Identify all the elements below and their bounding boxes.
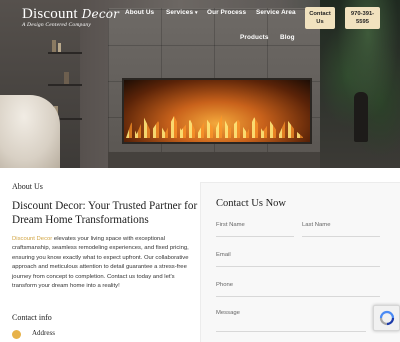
nav-our-process[interactable]: Our Process — [207, 9, 246, 16]
vase — [354, 92, 368, 142]
logo-wordmark: Discount Decor — [22, 6, 119, 23]
logo-name-script: Decor — [81, 7, 120, 21]
contact-us-button[interactable]: Contact Us — [305, 7, 335, 29]
about-heading: Discount Decor: Your Trusted Partner for… — [12, 200, 198, 226]
hearth — [108, 152, 320, 168]
address-label: Address — [32, 329, 55, 337]
shelf — [48, 52, 82, 54]
nav-services[interactable]: Services ▾ — [166, 9, 198, 16]
about-body: Discount Decor elevates your living spac… — [12, 235, 194, 291]
book — [58, 43, 61, 52]
shelf — [48, 84, 82, 86]
nav-about-us[interactable]: About Us — [125, 9, 154, 16]
armchair — [0, 95, 60, 168]
nav-service-area[interactable]: Service Area — [256, 9, 296, 16]
nav-products[interactable]: Products — [240, 34, 269, 41]
email-field[interactable]: Email — [216, 252, 380, 267]
brand-link[interactable]: Discount Decor — [12, 236, 52, 242]
first-name-field[interactable]: First Name — [216, 222, 294, 237]
logo-name: Discount — [22, 6, 78, 22]
chevron-down-icon: ▾ — [195, 10, 198, 16]
phone-field[interactable]: Phone — [216, 282, 380, 297]
book — [64, 72, 69, 84]
contact-form-title: Contact Us Now — [216, 198, 286, 209]
site-logo[interactable]: Discount Decor A Design Centered Company — [22, 6, 119, 28]
last-name-field[interactable]: Last Name — [302, 222, 380, 237]
about-section-label: About Us — [12, 182, 43, 191]
recaptcha-icon — [379, 310, 394, 326]
recaptcha-badge[interactable] — [373, 305, 400, 331]
nav-services-label: Services — [166, 9, 194, 16]
book — [52, 40, 56, 52]
phone-button[interactable]: 970-391-5595 — [345, 7, 380, 29]
nav-blog[interactable]: Blog — [280, 34, 295, 41]
message-field[interactable]: Message — [216, 310, 366, 332]
contact-info-label: Contact info — [12, 313, 52, 322]
about-body-text: elevates your living space with exceptio… — [12, 236, 189, 290]
